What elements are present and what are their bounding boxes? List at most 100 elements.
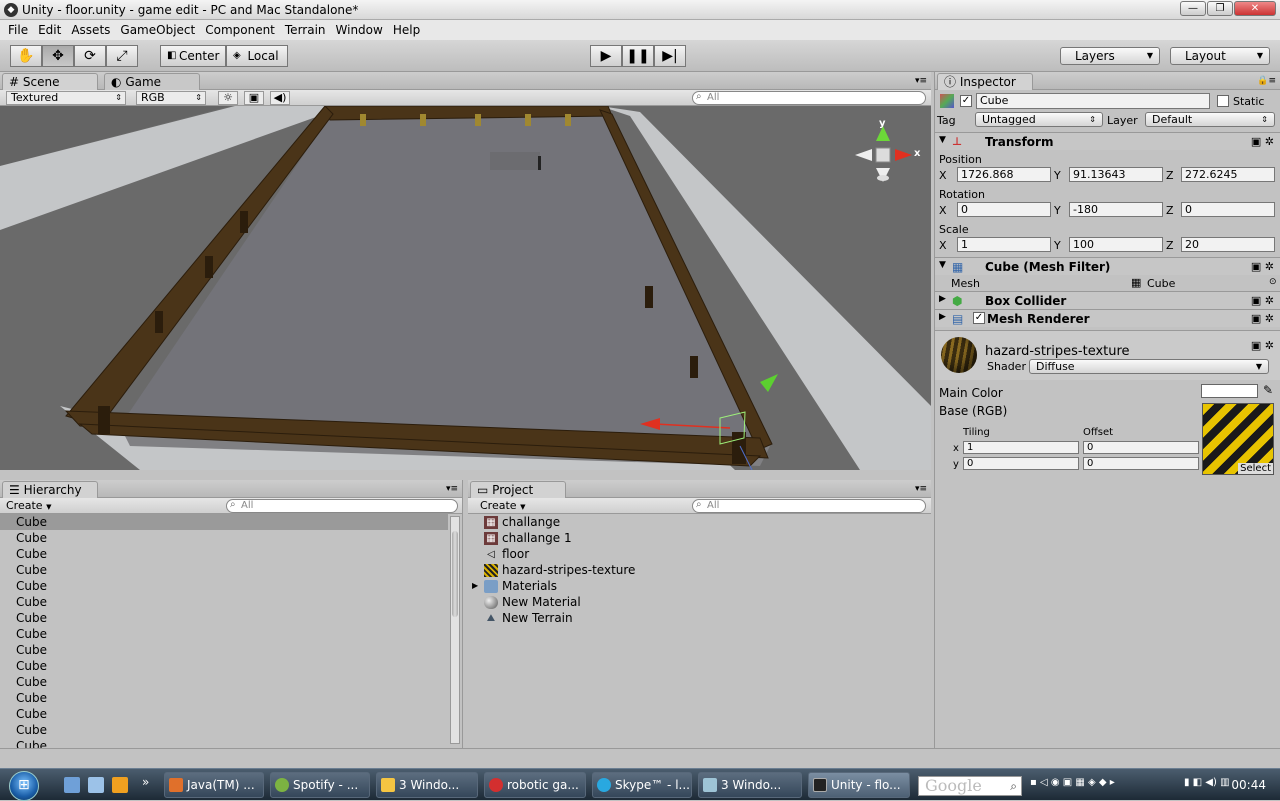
list-item[interactable]: Cube	[0, 626, 448, 642]
list-item[interactable]: Cube	[0, 706, 448, 722]
expand-triangle-icon[interactable]: ▶	[939, 294, 946, 304]
scale-x-field[interactable]: 1	[957, 237, 1051, 252]
minimize-button[interactable]: —	[1180, 1, 1206, 16]
list-item[interactable]: Cube	[0, 658, 448, 674]
menu-assets[interactable]: Assets	[67, 23, 114, 37]
base-texture-thumbnail[interactable]: Select	[1202, 403, 1274, 475]
scrollbar-thumb[interactable]	[452, 531, 458, 617]
list-item[interactable]: ⛰ New Terrain	[468, 610, 931, 626]
texture-select-button[interactable]: Select	[1238, 463, 1273, 474]
pause-button[interactable]: ❚❚	[622, 45, 654, 67]
scene-viewport[interactable]: y x	[0, 106, 931, 470]
panel-menu-icon[interactable]: ▾≡	[915, 76, 927, 86]
list-item[interactable]: Cube	[0, 578, 448, 594]
layout-dropdown[interactable]: Layout ▼	[1170, 47, 1270, 65]
hand-tool-button[interactable]: ✋	[10, 45, 42, 67]
rotation-z-field[interactable]: 0	[1181, 202, 1275, 217]
hierarchy-scrollbar[interactable]	[450, 516, 460, 744]
tab-scene[interactable]: # Scene	[2, 73, 98, 90]
show-desktop-icon[interactable]	[64, 777, 80, 793]
shader-dropdown[interactable]: Diffuse ▼	[1029, 359, 1269, 374]
google-search-input[interactable]: Google ⌕	[918, 776, 1022, 796]
material-settings-icon[interactable]: ▣ ✲	[1251, 339, 1274, 352]
rotation-x-field[interactable]: 0	[957, 202, 1051, 217]
list-item[interactable]: Cube	[0, 674, 448, 690]
project-create-button[interactable]: Create ▼	[480, 499, 525, 512]
list-item[interactable]: hazard-stripes-texture	[468, 562, 931, 578]
component-settings-icon[interactable]: ▣ ✲	[1251, 294, 1274, 307]
list-item[interactable]: Cube	[0, 530, 448, 546]
list-item[interactable]: Cube	[0, 642, 448, 658]
mesh-renderer-enabled-checkbox[interactable]: ✓	[973, 312, 985, 324]
tray-icons[interactable]: ▪ ◁ ◉ ▣ ▦ ◈ ◆ ▸	[1030, 777, 1115, 788]
eyedropper-icon[interactable]: ✎	[1263, 383, 1273, 397]
tag-dropdown[interactable]: Untagged ⇕	[975, 112, 1103, 127]
scale-y-field[interactable]: 100	[1069, 237, 1163, 252]
taskbar-item[interactable]: Unity - flo...	[808, 772, 910, 798]
pivot-local-button[interactable]: ◈ Local	[226, 45, 288, 67]
expand-triangle-icon[interactable]: ▶	[472, 578, 484, 594]
component-settings-icon[interactable]: ▣ ✲	[1251, 260, 1274, 273]
taskbar-item[interactable]: 3 Windo...	[376, 772, 478, 798]
expand-triangle-icon[interactable]: ▶	[939, 312, 946, 322]
tab-hierarchy[interactable]: ☰ Hierarchy	[2, 481, 98, 498]
panel-menu-icon[interactable]: ▾≡	[446, 484, 458, 494]
menu-help[interactable]: Help	[389, 23, 424, 37]
color-mode-dropdown[interactable]: RGB ⇕	[136, 91, 206, 105]
tab-inspector[interactable]: ⓘ Inspector	[937, 73, 1033, 90]
list-item[interactable]: Cube	[0, 562, 448, 578]
position-y-field[interactable]: 91.13643	[1069, 167, 1163, 182]
position-x-field[interactable]: 1726.868	[957, 167, 1051, 182]
layer-dropdown[interactable]: Default ⇕	[1145, 112, 1275, 127]
list-item[interactable]: Cube	[0, 610, 448, 626]
list-item[interactable]: Cube	[0, 690, 448, 706]
render-mode-dropdown[interactable]: Textured ⇕	[6, 91, 126, 105]
component-settings-icon[interactable]: ▣ ✲	[1251, 135, 1274, 148]
close-button[interactable]: ✕	[1234, 1, 1276, 16]
tab-game[interactable]: ◐ Game	[104, 73, 200, 90]
scene-search-input[interactable]: All	[692, 91, 926, 105]
panel-menu-icon[interactable]: ▾≡	[915, 484, 927, 494]
static-checkbox[interactable]	[1217, 95, 1229, 107]
taskbar-item[interactable]: Skype™ - l...	[592, 772, 692, 798]
mesh-value[interactable]: Cube	[1147, 277, 1175, 290]
offset-y-field[interactable]: 0	[1083, 457, 1199, 470]
fx-toggle[interactable]: ▣	[244, 91, 264, 105]
taskbar-item[interactable]: robotic ga...	[484, 772, 586, 798]
audio-toggle[interactable]: ◀)	[270, 91, 290, 105]
play-button[interactable]: ▶	[590, 45, 622, 67]
list-item[interactable]: ▦ challange 1	[468, 530, 931, 546]
scale-z-field[interactable]: 20	[1181, 237, 1275, 252]
menu-file[interactable]: File	[4, 23, 32, 37]
mesh-filter-component-header[interactable]: ▼ ▦ Cube (Mesh Filter) ▣ ✲	[935, 257, 1280, 275]
tiling-y-field[interactable]: 0	[963, 457, 1079, 470]
scale-tool-button[interactable]: ⤢	[106, 45, 138, 67]
rotation-y-field[interactable]: -180	[1069, 202, 1163, 217]
menu-component[interactable]: Component	[201, 23, 279, 37]
menu-window[interactable]: Window	[332, 23, 387, 37]
layers-dropdown[interactable]: Layers ▼	[1060, 47, 1160, 65]
maximize-button[interactable]: ❐	[1207, 1, 1233, 16]
quicklaunch-more-icon[interactable]: »	[142, 775, 149, 789]
menu-terrain[interactable]: Terrain	[281, 23, 330, 37]
clock[interactable]: 00:44	[1231, 778, 1266, 792]
menu-edit[interactable]: Edit	[34, 23, 65, 37]
start-button[interactable]: ⊞	[9, 771, 39, 801]
tiling-x-field[interactable]: 1	[963, 441, 1079, 454]
collapse-triangle-icon[interactable]: ▼	[939, 135, 946, 145]
switch-windows-icon[interactable]	[88, 777, 104, 793]
list-item[interactable]: Cube	[0, 594, 448, 610]
lock-icon[interactable]: 🔒≡	[1257, 76, 1276, 86]
step-button[interactable]: ▶|	[654, 45, 686, 67]
object-picker-icon[interactable]: ⊙	[1269, 277, 1277, 287]
lighting-toggle[interactable]: ☼	[218, 91, 238, 105]
hierarchy-create-button[interactable]: Create ▼	[6, 499, 51, 512]
list-item[interactable]: ◁ floor	[468, 546, 931, 562]
list-item[interactable]: Cube	[0, 738, 448, 748]
list-item[interactable]: Cube	[0, 514, 448, 530]
system-tray-icons[interactable]: ▮ ◧ ◀) ▥	[1184, 777, 1230, 788]
project-search-input[interactable]: All	[692, 499, 926, 513]
move-tool-button[interactable]: ✥	[42, 45, 74, 67]
list-item[interactable]: New Material	[468, 594, 931, 610]
tab-project[interactable]: ▭ Project	[470, 481, 566, 498]
